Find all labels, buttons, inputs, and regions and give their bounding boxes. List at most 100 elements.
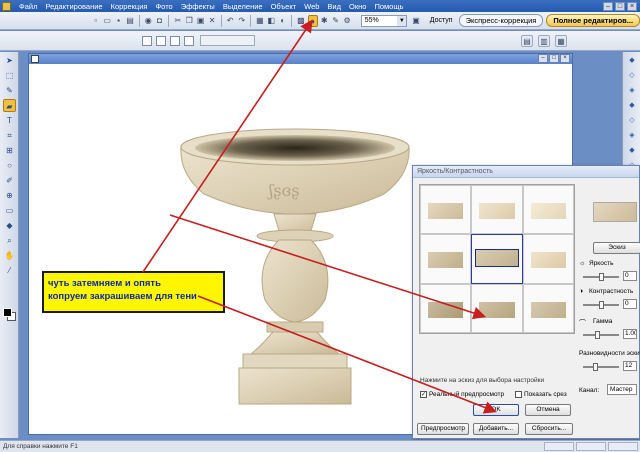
brush-panel-icon[interactable]: ◆ (626, 145, 638, 157)
menu-photo[interactable]: Фото (151, 2, 176, 11)
contrast-slider[interactable] (583, 301, 619, 309)
feather-field[interactable] (200, 35, 255, 46)
eyedropper-tool-icon[interactable]: ✎ (3, 84, 16, 97)
menu-help[interactable]: Помощь (370, 2, 407, 11)
close-icon[interactable]: × (627, 1, 637, 11)
history-panel-icon[interactable]: ◇ (626, 70, 638, 82)
save-icon[interactable]: ▪ (114, 15, 123, 27)
tab-express-correction[interactable]: Экспресс-коррекция (458, 14, 544, 27)
menu-object[interactable]: Объект (267, 2, 301, 11)
crop-tool-icon[interactable]: ⌗ (3, 129, 16, 142)
menu-selection[interactable]: Выделение (219, 2, 267, 11)
layers-icon[interactable]: ◧ (267, 15, 276, 27)
lock-icon[interactable]: ▣ (411, 15, 420, 27)
image-icon[interactable]: ▦ (255, 15, 264, 27)
realtime-preview-checkbox[interactable]: ✓ Реальный предпросмотр (420, 391, 504, 398)
retouch-icon[interactable]: ✎ (331, 15, 340, 27)
access-label[interactable]: Доступ (430, 17, 453, 24)
gamma-value[interactable]: 1.00 (623, 329, 637, 339)
contrast-slider-thumb[interactable] (599, 301, 604, 309)
add-button[interactable]: Добавить... (473, 423, 519, 435)
menu-edit[interactable]: Редактирование (41, 2, 106, 11)
menu-effects[interactable]: Эффекты (177, 2, 219, 11)
menu-window[interactable]: Окно (345, 2, 370, 11)
menu-view[interactable]: Вид (323, 2, 345, 11)
transform-tool-icon[interactable]: ⊞ (3, 144, 16, 157)
gamma-slider[interactable] (583, 331, 619, 339)
palette-toggle-icon[interactable]: ▤ (521, 35, 533, 47)
variant-thumbnail[interactable] (522, 185, 574, 235)
brush-tool-icon[interactable]: ✐ (3, 174, 16, 187)
variant-thumbnail[interactable] (522, 283, 574, 333)
new-file-icon[interactable]: ▫ (91, 15, 100, 27)
open-folder-icon[interactable]: ▭ (102, 15, 111, 27)
layers-panel-icon[interactable]: ◆ (626, 55, 638, 67)
text-tool-icon[interactable]: T (3, 114, 16, 127)
reset-button[interactable]: Сбросить... (525, 423, 573, 435)
sketch-button[interactable]: Эскиз (593, 242, 640, 254)
delete-icon[interactable]: ✕ (207, 15, 216, 27)
rect-select-icon[interactable] (142, 35, 152, 46)
eraser-tool-icon[interactable]: ▭ (3, 204, 16, 217)
menu-web[interactable]: Web (300, 2, 323, 11)
doc-close-icon[interactable]: × (560, 54, 570, 63)
print-icon[interactable]: ▤ (125, 15, 134, 27)
cancel-button[interactable]: Отмена (525, 404, 571, 416)
grid-toggle-icon[interactable]: ▦ (555, 35, 567, 47)
doc-minimize-icon[interactable]: – (538, 54, 548, 63)
paste-icon[interactable]: ▣ (196, 15, 205, 27)
paint-tool-icon[interactable]: ▰ (3, 99, 16, 112)
maximize-icon[interactable]: □ (615, 1, 625, 11)
effects-icon[interactable]: ✱ (320, 15, 329, 27)
contrast-value[interactable]: 0 (623, 299, 637, 309)
web-icon[interactable]: ▩ (296, 15, 305, 27)
document-title-bar[interactable]: – □ × (29, 54, 572, 64)
brightness-contrast-icon[interactable]: ◑ (307, 14, 318, 27)
fill-tool-icon[interactable]: ◆ (3, 219, 16, 232)
variant-thumbnail[interactable] (471, 185, 523, 235)
minimize-icon[interactable]: – (603, 1, 613, 11)
sketch-variations-slider[interactable] (583, 363, 619, 371)
settings-icon[interactable]: ⚙ (342, 15, 351, 27)
menu-file[interactable]: Файл (15, 2, 41, 11)
hand-tool-icon[interactable]: ✋ (3, 249, 16, 262)
ok-button[interactable]: OK (473, 404, 519, 416)
select-tool-icon[interactable]: ⬚ (3, 69, 16, 82)
redo-icon[interactable]: ↷ (237, 15, 246, 27)
sketch-variations-value[interactable]: 12 (623, 361, 637, 371)
foreground-color-swatch[interactable] (3, 308, 12, 317)
gamma-slider-thumb[interactable] (595, 331, 600, 339)
brightness-slider[interactable] (583, 273, 619, 281)
color-panel-icon[interactable]: ◇ (626, 115, 638, 127)
variant-thumbnail[interactable] (420, 234, 472, 284)
variant-thumbnail[interactable] (522, 234, 574, 284)
show-slice-checkbox[interactable]: Показать срез (515, 391, 567, 398)
doc-maximize-icon[interactable]: □ (549, 54, 559, 63)
camera-icon[interactable]: ◘ (155, 15, 164, 27)
undo-icon[interactable]: ↶ (226, 15, 235, 27)
variant-thumbnail[interactable] (420, 185, 472, 235)
variant-thumbnail[interactable] (471, 283, 523, 333)
swatch-panel-icon[interactable]: ◈ (626, 130, 638, 142)
menu-adjust[interactable]: Коррекция (107, 2, 152, 11)
navigator-panel-icon[interactable]: ◈ (626, 85, 638, 97)
zoom-select[interactable]: 55% ▼ (360, 14, 408, 27)
layout-toggle-icon[interactable]: ▥ (538, 35, 550, 47)
mask-icon[interactable]: ◐ (278, 15, 287, 27)
zoom-tool-icon[interactable]: ⌕ (3, 234, 16, 247)
cut-icon[interactable]: ✂ (173, 15, 182, 27)
picker-tool-icon[interactable]: ⁄ (3, 264, 16, 277)
lasso-icon[interactable] (170, 35, 180, 46)
clone-tool-icon[interactable]: ⊕ (3, 189, 16, 202)
brightness-value[interactable]: 0 (623, 271, 637, 281)
info-panel-icon[interactable]: ◆ (626, 100, 638, 112)
copy-icon[interactable]: ❐ (185, 15, 194, 27)
scan-icon[interactable]: ◉ (143, 15, 152, 27)
shape-tool-icon[interactable]: ○ (3, 159, 16, 172)
add-select-icon[interactable] (156, 35, 166, 46)
variant-thumbnail[interactable] (420, 283, 472, 333)
tab-full-editor[interactable]: Полное редактиров... (546, 14, 640, 27)
dialog-title[interactable]: Яркость/Контрастность (413, 166, 639, 178)
brush-option-icon[interactable] (184, 35, 194, 46)
arrow-tool-icon[interactable]: ➤ (3, 54, 16, 67)
